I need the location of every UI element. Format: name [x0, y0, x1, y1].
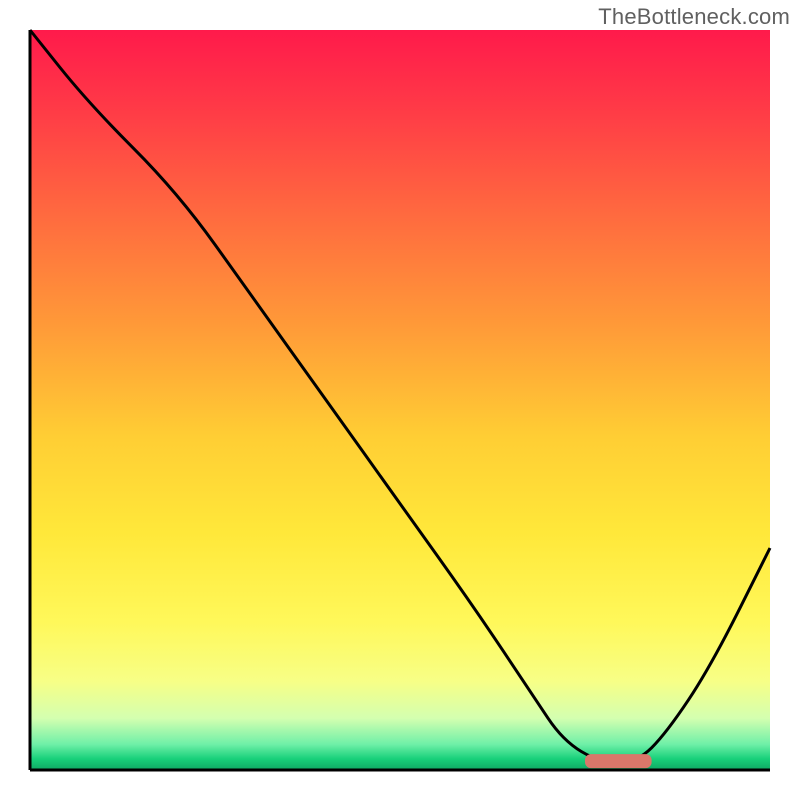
chart-svg — [0, 0, 800, 800]
optimum-band-marker — [585, 754, 652, 768]
bottleneck-chart: TheBottleneck.com — [0, 0, 800, 800]
plot-background — [30, 30, 770, 770]
watermark-text: TheBottleneck.com — [598, 4, 790, 30]
